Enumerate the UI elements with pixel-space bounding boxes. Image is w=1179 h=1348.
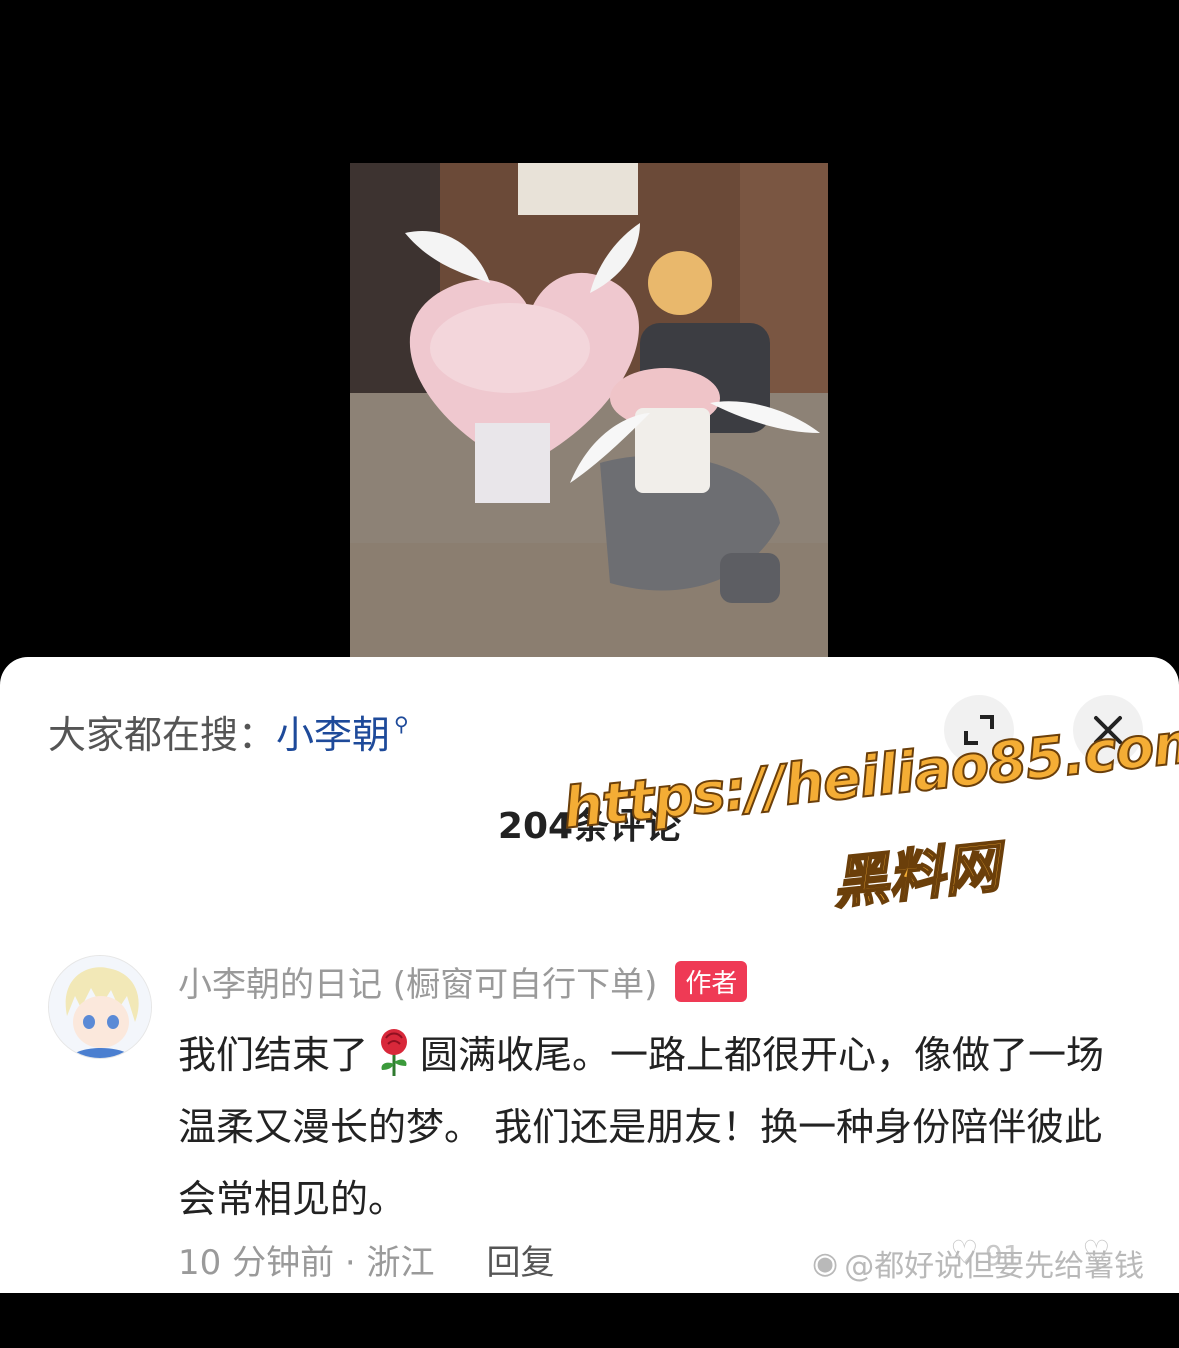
watermark-url: https://heiliao85.com	[559, 708, 1179, 843]
post-photo[interactable]	[350, 163, 828, 657]
comment-author-name[interactable]: 小李朝的日记 (橱窗可自行下单)	[178, 957, 657, 1006]
comment-text-start: 我们结束了	[178, 1033, 369, 1077]
avatar[interactable]	[48, 955, 152, 1059]
search-icon[interactable]: ⚲	[394, 712, 409, 736]
reply-button[interactable]: 回复	[487, 1235, 555, 1284]
weibo-icon: ◉	[812, 1245, 839, 1281]
trending-search-bar[interactable]: 大家都在搜： 小李朝 ⚲	[48, 701, 409, 761]
search-keyword[interactable]: 小李朝	[276, 704, 390, 759]
comment-time-location: 10 分钟前 · 浙江	[178, 1243, 435, 1283]
watermark-name: 黑料网	[828, 834, 1004, 918]
author-badge: 作者	[675, 961, 748, 1002]
comment-author-line: 小李朝的日记 (橱窗可自行下单) 作者	[178, 957, 748, 1006]
site-watermark: https://heiliao85.com 黑料网	[559, 708, 1179, 976]
comment-meta: 10 分钟前 · 浙江 回复	[178, 1235, 555, 1284]
rose-icon	[381, 1029, 408, 1076]
comments-sheet: 大家都在搜： 小李朝 ⚲ 204条评论 https://heiliao85.co…	[0, 657, 1179, 1293]
weibo-handle: @都好说但要先给薯钱	[844, 1249, 1145, 1284]
comment-body: 我们结束了 圆满收尾。一路上都很开心，像做了一场温柔又漫长的梦。 我们还是朋友！…	[178, 1019, 1118, 1235]
weibo-watermark: ◉ @都好说但要先给薯钱	[812, 1241, 1144, 1285]
search-prefix: 大家都在搜：	[48, 712, 277, 757]
